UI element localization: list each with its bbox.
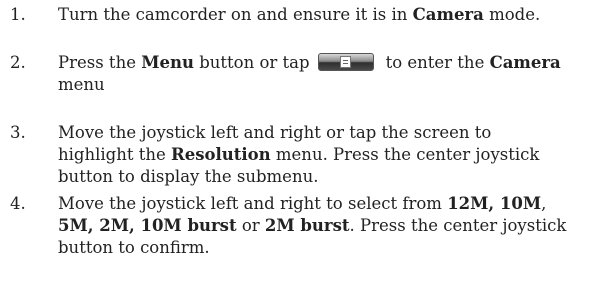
bold-term: Resolution — [170, 145, 271, 164]
text-segment: Press the — [58, 53, 142, 72]
step-line: 5M, 2M, 10M burst or 2M burst. Press the… — [58, 215, 588, 237]
text-segment: highlight the — [58, 145, 171, 164]
step-line: Move the joystick left and right to sele… — [58, 193, 588, 215]
text-segment: Move the joystick left and right to sele… — [58, 194, 448, 213]
bold-term: Camera — [489, 53, 561, 72]
text-segment: button or tap — [193, 53, 310, 72]
text-segment: mode. — [483, 5, 541, 24]
text-segment: menu. Press the center joystick — [270, 145, 540, 164]
step-line: Move the joystick left and right or tap … — [58, 123, 492, 142]
step-text: Move the joystick left and right to sele… — [58, 193, 588, 259]
bold-term: 5M, 2M, 10M burst — [58, 216, 237, 235]
step-number: 4. — [10, 194, 26, 213]
step-line: button to display the submenu. — [58, 167, 319, 186]
step-number: 2. — [10, 53, 26, 72]
text-segment: to enter the — [385, 53, 490, 72]
step-line: menu — [58, 75, 105, 94]
text-segment: . Press the center joystick — [349, 216, 567, 235]
text-segment: or — [236, 216, 265, 235]
step-number: 3. — [10, 123, 26, 142]
text-segment: Turn the camcorder on and ensure it is i… — [58, 5, 413, 24]
bold-term: 2M burst — [264, 216, 350, 235]
text-segment: , — [541, 194, 547, 213]
document-icon — [339, 56, 351, 68]
instructions-page: 1. Turn the camcorder on and ensure it i… — [0, 0, 597, 284]
bold-term: 12M, 10M — [447, 194, 542, 213]
step-text: Press the Menu button or tap to enter the… — [58, 52, 588, 96]
step-line: button to confirm. — [58, 238, 210, 257]
step-number: 1. — [10, 5, 26, 24]
step-line: highlight the Resolution menu. Press the… — [58, 144, 588, 166]
menu-button-icon — [317, 53, 374, 71]
step-text: Turn the camcorder on and ensure it is i… — [58, 4, 588, 26]
step-text: Move the joystick left and right or tap … — [58, 122, 588, 188]
bold-term: Menu — [141, 53, 194, 72]
bold-term: Camera — [412, 5, 484, 24]
step-line: Press the Menu button or tap to enter the… — [58, 52, 588, 74]
step-line: Turn the camcorder on and ensure it is i… — [58, 4, 588, 26]
